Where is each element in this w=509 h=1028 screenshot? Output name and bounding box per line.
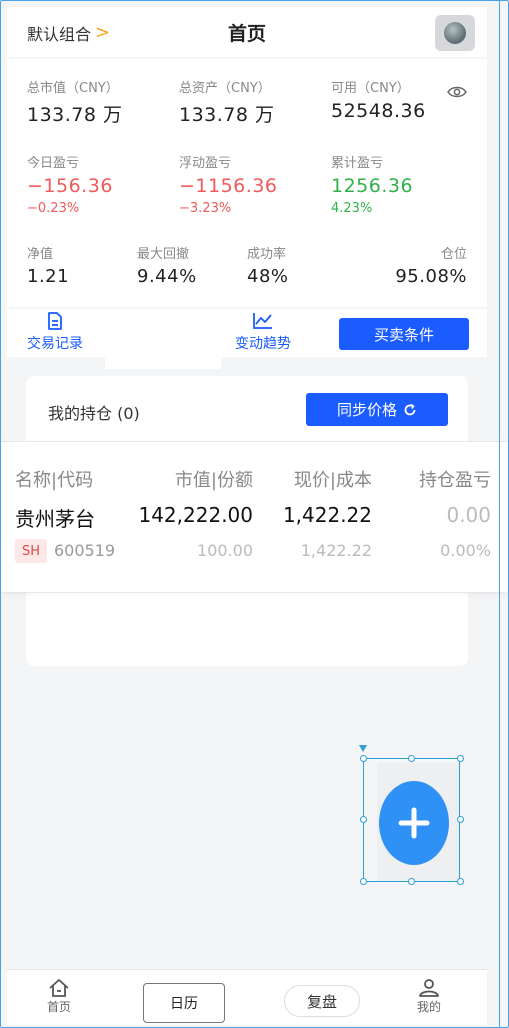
holdings-title: 我的持仓 (0): [48, 404, 140, 423]
eye-icon[interactable]: [447, 85, 467, 99]
blank-placeholder: [105, 309, 221, 369]
column-header-price: 现价|成本: [293, 470, 372, 491]
stat-total-market-value: 总市值（CNY） 133.78 万: [27, 77, 123, 127]
user-icon: [419, 979, 439, 997]
frame-divider: [499, 1, 500, 1027]
resize-handle[interactable]: [457, 878, 464, 885]
nav-calendar[interactable]: 日历: [143, 983, 225, 1023]
position-pnl: 0.00: [446, 503, 491, 527]
nav-home-label: 首页: [47, 1000, 72, 1014]
top-header: 默认组合 > 首页: [7, 7, 487, 57]
stat-value: 133.78 万: [27, 104, 123, 126]
resize-handle[interactable]: [457, 816, 464, 823]
trade-conditions-button[interactable]: 买卖条件: [339, 318, 469, 350]
market-value: 142,222.00: [138, 503, 253, 527]
stat-value: 52548.36: [331, 100, 426, 122]
anchor-marker-icon[interactable]: [359, 745, 367, 752]
current-price: 1,422.22: [282, 503, 372, 527]
avatar-image: [444, 22, 466, 44]
resize-handle[interactable]: [360, 878, 367, 885]
resize-handle[interactable]: [408, 755, 415, 762]
stat-value: 48%: [247, 266, 289, 287]
position-pnl-percent: 0.00%: [440, 541, 491, 560]
stat-label: 仓位: [440, 247, 467, 262]
avatar[interactable]: [435, 15, 475, 51]
stock-name: 贵州茅台: [15, 507, 95, 531]
bottom-nav: 首页 日历 复盘 我的: [7, 969, 487, 1025]
stat-percent: 4.23%: [331, 201, 373, 216]
stat-label: 浮动盈亏: [179, 156, 232, 171]
stat-value: 1.21: [27, 266, 70, 287]
shares: 100.00: [197, 541, 253, 560]
stat-label: 今日盈亏: [27, 156, 80, 171]
stat-value: −1156.36: [179, 175, 278, 197]
sync-price-button[interactable]: 同步价格: [306, 393, 448, 426]
stat-floating-pnl: 浮动盈亏 −1156.36 −3.23%: [179, 152, 278, 216]
column-header-value: 市值|份额: [174, 470, 253, 491]
selection-box[interactable]: [363, 758, 460, 882]
page-title: 首页: [227, 23, 266, 45]
stat-label: 总市值（CNY）: [27, 81, 119, 96]
column-header-pnl: 持仓盈亏: [419, 470, 491, 491]
stat-value: −156.36: [27, 175, 113, 197]
stat-label: 成功率: [247, 247, 287, 262]
stat-nav: 净值 1.21: [27, 243, 69, 287]
stock-code: 600519: [54, 541, 116, 560]
stat-cumulative-pnl: 累计盈亏 1256.36 4.23%: [331, 152, 413, 216]
stat-value: 95.08%: [395, 266, 467, 287]
resize-handle[interactable]: [408, 878, 415, 885]
stat-percent: −3.23%: [179, 201, 232, 216]
holdings-table: 名称|代码 市值|份额 现价|成本 持仓盈亏 贵州茅台 142,222.00 1…: [1, 441, 508, 593]
stat-win-rate: 成功率 48%: [247, 243, 289, 287]
stat-today-pnl: 今日盈亏 −156.36 −0.23%: [27, 152, 113, 216]
stat-label: 最大回撤: [137, 247, 190, 262]
resize-handle[interactable]: [360, 755, 367, 762]
resize-handle[interactable]: [457, 755, 464, 762]
stat-position: 仓位 95.08%: [395, 243, 467, 287]
sync-price-label: 同步价格: [336, 401, 397, 419]
cost-price: 1,422.22: [300, 541, 372, 560]
stat-label: 累计盈亏: [331, 156, 384, 171]
stat-value: 133.78 万: [179, 104, 275, 126]
stat-total-assets: 总资产（CNY） 133.78 万: [179, 77, 275, 127]
stat-value: 1256.36: [331, 175, 414, 197]
document-icon: [48, 312, 62, 330]
home-icon: [49, 979, 69, 997]
resize-handle[interactable]: [360, 816, 367, 823]
stat-available: 可用（CNY） 52548.36: [331, 77, 426, 122]
nav-mine[interactable]: 我的: [417, 978, 441, 1015]
trade-records-button[interactable]: 交易记录: [27, 311, 83, 353]
stat-label: 可用（CNY）: [331, 81, 410, 96]
change-trend-button[interactable]: 变动趋势: [235, 311, 291, 353]
change-trend-label: 变动趋势: [235, 336, 291, 352]
nav-mine-label: 我的: [417, 1000, 442, 1014]
nav-review[interactable]: 复盘: [284, 985, 360, 1017]
exchange-badge: SH: [15, 539, 47, 563]
nav-home[interactable]: 首页: [47, 978, 71, 1015]
stat-label: 净值: [27, 247, 54, 262]
account-stats-card: 总市值（CNY） 133.78 万 总资产（CNY） 133.78 万 可用（C…: [7, 59, 487, 307]
trend-chart-icon: [253, 313, 272, 329]
stat-value: 9.44%: [137, 266, 197, 287]
stat-percent: −0.23%: [27, 201, 80, 216]
refresh-icon: [404, 403, 416, 415]
trade-records-label: 交易记录: [27, 336, 83, 352]
app-frame: 默认组合 > 首页 总市值（CNY） 133.78 万 总资产（CNY） 133…: [0, 0, 509, 1028]
stat-label: 总资产（CNY）: [179, 81, 271, 96]
stat-max-drawdown: 最大回撤 9.44%: [137, 243, 197, 287]
column-header-name: 名称|代码: [15, 470, 94, 491]
